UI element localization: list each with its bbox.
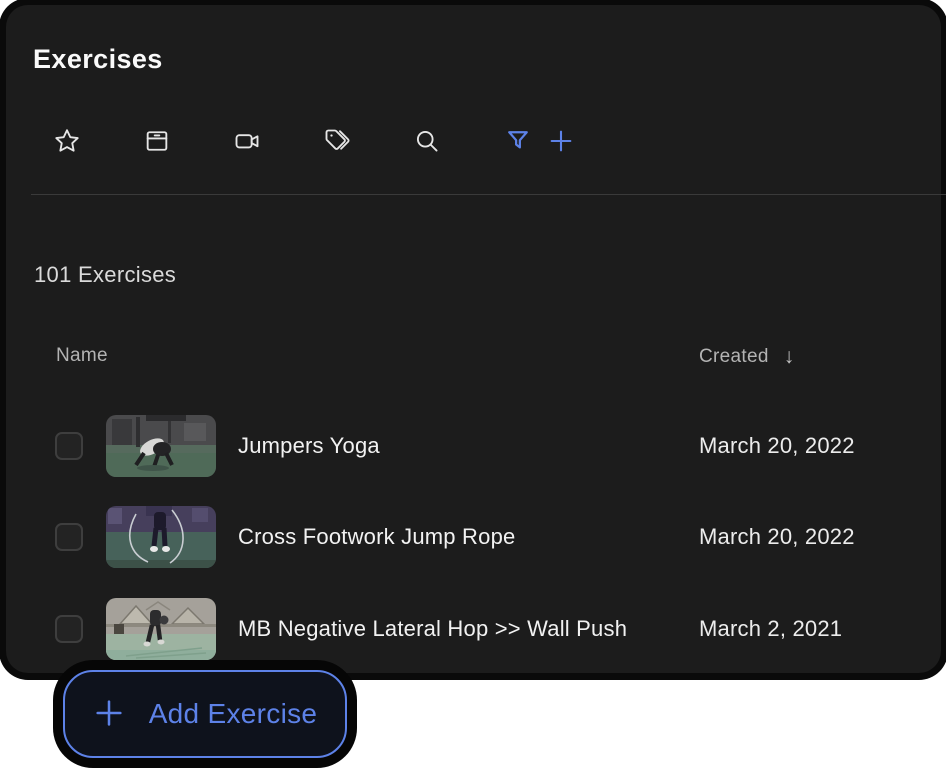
plus-icon bbox=[547, 127, 575, 155]
exercises-screen: Exercises bbox=[0, 0, 946, 768]
exercise-count: 101 Exercises bbox=[34, 262, 176, 288]
tags-icon bbox=[323, 127, 351, 155]
row-checkbox[interactable] bbox=[55, 523, 83, 551]
archive-icon bbox=[143, 127, 171, 155]
search-button[interactable] bbox=[409, 123, 445, 159]
tags-button[interactable] bbox=[319, 123, 355, 159]
add-exercise-label: Add Exercise bbox=[149, 698, 318, 730]
exercise-created-date: March 20, 2022 bbox=[699, 415, 855, 477]
exercise-row[interactable]: MB Negative Lateral Hop >> Wall Push Mar… bbox=[6, 598, 946, 660]
add-exercise-button[interactable]: Add Exercise bbox=[63, 670, 347, 758]
row-checkbox[interactable] bbox=[55, 432, 83, 460]
exercise-row[interactable]: Jumpers Yoga March 20, 2022 bbox=[6, 415, 946, 477]
search-icon bbox=[413, 127, 441, 155]
sort-desc-icon[interactable]: ↓ bbox=[784, 345, 795, 369]
exercise-name[interactable]: Jumpers Yoga bbox=[238, 415, 380, 477]
star-icon bbox=[53, 127, 81, 155]
exercise-name[interactable]: MB Negative Lateral Hop >> Wall Push bbox=[238, 598, 627, 660]
add-filter-button[interactable] bbox=[543, 123, 579, 159]
exercises-window: Exercises bbox=[6, 5, 941, 673]
exercise-name[interactable]: Cross Footwork Jump Rope bbox=[238, 506, 515, 568]
favorites-button[interactable] bbox=[49, 123, 85, 159]
toolbar-divider bbox=[31, 194, 946, 195]
column-header-name: Name bbox=[56, 345, 108, 367]
column-header-created[interactable]: Created ↓ bbox=[699, 345, 795, 369]
filter-icon bbox=[504, 127, 532, 155]
exercise-row[interactable]: Cross Footwork Jump Rope March 20, 2022 bbox=[6, 506, 946, 568]
exercise-thumbnail[interactable] bbox=[106, 598, 216, 660]
page-title: Exercises bbox=[33, 44, 163, 75]
filter-button[interactable] bbox=[500, 123, 536, 159]
video-button[interactable] bbox=[229, 123, 265, 159]
plus-icon bbox=[93, 697, 125, 732]
row-checkbox[interactable] bbox=[55, 615, 83, 643]
exercise-thumbnail[interactable] bbox=[106, 415, 216, 477]
exercise-thumbnail[interactable] bbox=[106, 506, 216, 568]
exercise-created-date: March 2, 2021 bbox=[699, 598, 842, 660]
video-camera-icon bbox=[233, 127, 261, 155]
archive-button[interactable] bbox=[139, 123, 175, 159]
exercise-created-date: March 20, 2022 bbox=[699, 506, 855, 568]
